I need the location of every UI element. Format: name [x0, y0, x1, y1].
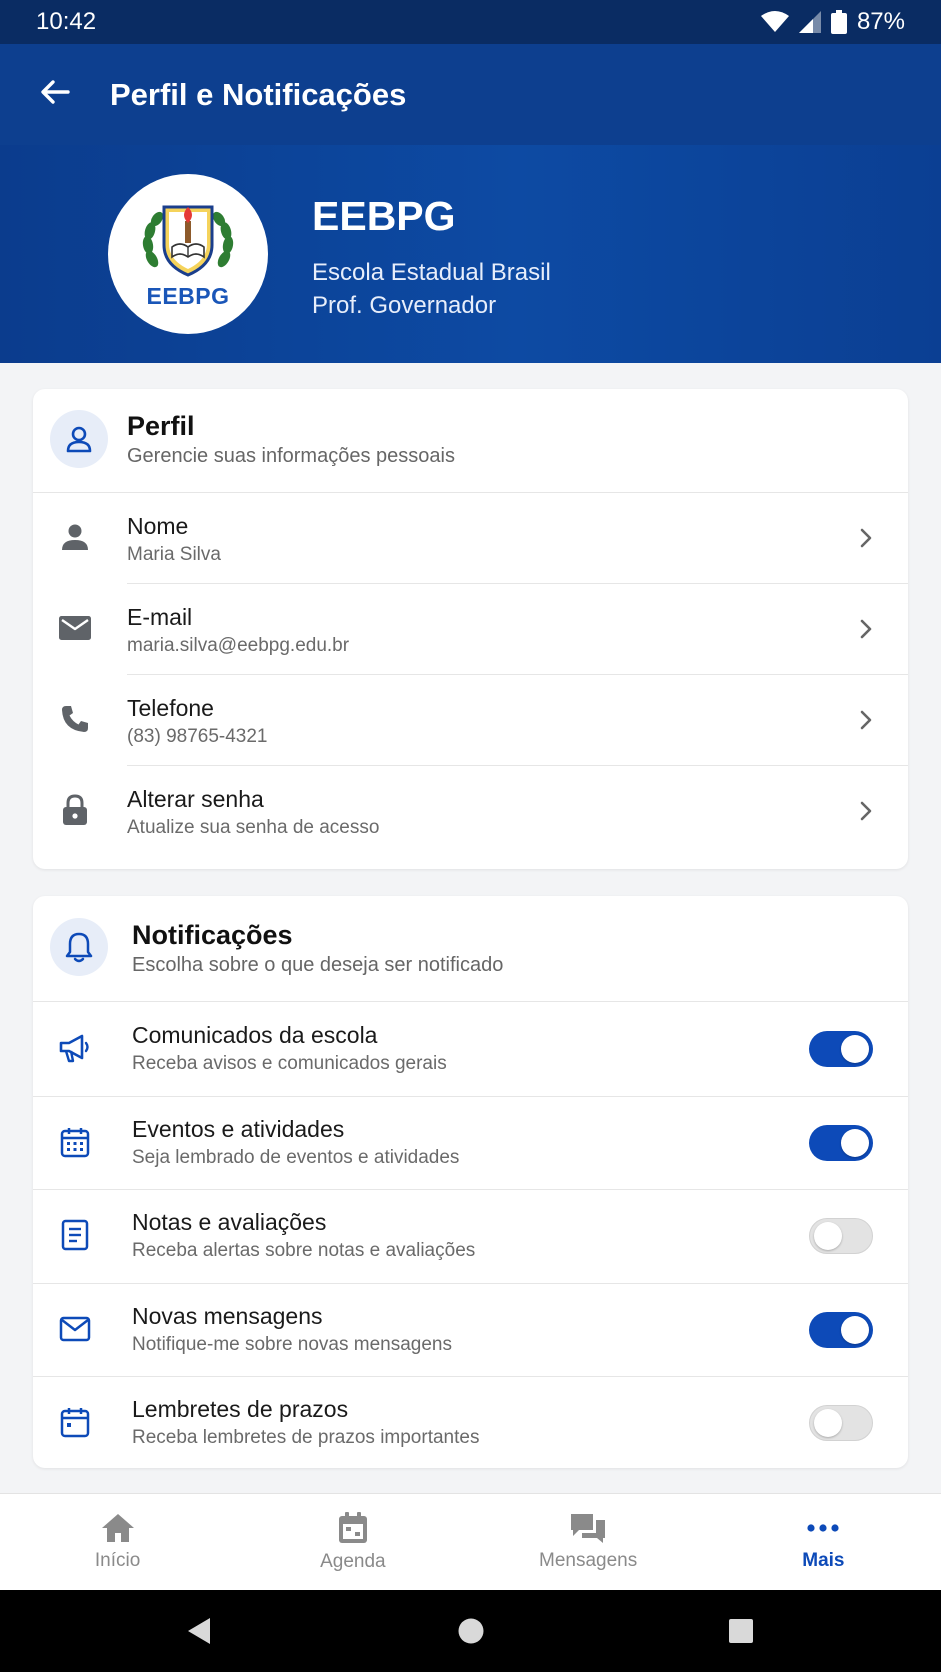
home-icon	[101, 1514, 134, 1542]
profile-row-password[interactable]: Alterar senha Atualize sua senha de aces…	[33, 766, 908, 857]
toggle-events[interactable]	[809, 1124, 873, 1161]
row-value: Atualize sua senha de acesso	[127, 817, 380, 838]
row-label: E-mail	[127, 604, 193, 630]
nav-item-agenda[interactable]: Agenda	[235, 1494, 470, 1590]
megaphone-icon	[57, 1030, 93, 1066]
notif-row-messages: Novas mensagens Notifique-me sobre novas…	[33, 1282, 908, 1377]
battery-percent: 87%	[856, 8, 905, 35]
profile-row-name[interactable]: Nome Maria Silva	[33, 493, 908, 584]
chevron-right-icon	[860, 528, 872, 548]
person-icon	[57, 519, 93, 555]
notif-desc: Receba alertas sobre notas e avaliações	[132, 1240, 476, 1261]
notif-label: Comunicados da escola	[132, 1022, 378, 1048]
profile-title: Perfil	[127, 411, 195, 441]
logo-text: EEBPG	[146, 282, 230, 309]
nav-label: Agenda	[320, 1551, 386, 1572]
phone-icon	[57, 701, 93, 737]
row-value: Maria Silva	[127, 544, 221, 565]
row-label: Telefone	[127, 695, 214, 721]
row-label: Nome	[127, 513, 189, 539]
notifications-title: Notificações	[132, 920, 293, 950]
mail-icon	[57, 610, 93, 646]
triangle-back-icon	[188, 1618, 210, 1644]
notif-desc: Notifique-me sobre novas mensagens	[132, 1333, 453, 1355]
app-bar: Perfil e Notificações	[0, 44, 941, 145]
notifications-card-header: Notificações Escolha sobre o que deseja …	[33, 896, 908, 1002]
back-button[interactable]	[0, 44, 110, 145]
page-title: Perfil e Notificações	[110, 76, 407, 112]
notif-row-events: Eventos e atividades Seja lembrado de ev…	[33, 1095, 908, 1190]
nav-label: Início	[94, 1550, 141, 1571]
notifications-subtitle: Escolha sobre o que deseja ser notificad…	[132, 954, 504, 976]
chat-icon	[571, 1514, 606, 1543]
wifi-icon	[760, 11, 789, 33]
battery-icon	[830, 10, 847, 34]
notif-desc: Receba avisos e comunicados gerais	[132, 1053, 447, 1074]
profile-card-header: Perfil Gerencie suas informações pessoai…	[33, 389, 908, 493]
notif-desc: Seja lembrado de eventos e atividades	[132, 1146, 460, 1168]
status-icons: 87%	[760, 8, 905, 36]
chevron-right-icon	[860, 619, 872, 639]
row-label: Alterar senha	[127, 786, 264, 812]
toggle-announcements[interactable]	[809, 1031, 873, 1067]
nav-item-inicio[interactable]: Início	[0, 1494, 235, 1590]
chevron-right-icon	[860, 801, 872, 821]
bottom-nav: Início Agenda Mensagens Mais	[0, 1493, 941, 1590]
school-name-line2: Prof. Governador	[312, 292, 497, 319]
system-nav-bar	[0, 1590, 941, 1672]
crest-icon	[142, 205, 234, 277]
signal-icon	[798, 11, 821, 33]
status-bar: 10:42 87%	[0, 0, 941, 44]
calendar-icon	[338, 1512, 367, 1543]
bell-icon	[50, 918, 108, 976]
more-icon	[807, 1524, 839, 1532]
school-header: EEBPG EEBPG Escola Estadual Brasil Prof.…	[0, 145, 941, 363]
chevron-right-icon	[860, 710, 872, 730]
square-recents-icon	[729, 1619, 753, 1643]
status-time: 10:42	[36, 8, 97, 35]
notif-label: Novas mensagens	[132, 1302, 323, 1329]
school-name-line1: Escola Estadual Brasil	[312, 259, 551, 286]
circle-home-icon	[458, 1618, 484, 1644]
envelope-icon	[57, 1311, 93, 1347]
notif-label: Eventos e atividades	[132, 1115, 345, 1142]
notif-row-deadlines: Lembretes de prazos Receba lembretes de …	[33, 1376, 908, 1468]
nav-label: Mensagens	[539, 1550, 638, 1571]
calendar-grid-icon	[57, 1124, 93, 1160]
system-back-button[interactable]	[186, 1616, 212, 1646]
calendar-icon	[57, 1404, 93, 1440]
lock-icon	[57, 792, 93, 828]
notifications-card: Notificações Escolha sobre o que deseja …	[33, 896, 908, 1468]
toggle-deadlines[interactable]	[809, 1405, 873, 1441]
notif-label: Notas e avaliações	[132, 1209, 327, 1235]
toggle-messages[interactable]	[809, 1311, 873, 1348]
system-recents-button[interactable]	[728, 1616, 754, 1646]
nav-item-mais[interactable]: Mais	[706, 1494, 941, 1590]
notif-label: Lembretes de prazos	[132, 1396, 349, 1422]
profile-subtitle: Gerencie suas informações pessoais	[127, 445, 455, 467]
document-icon	[57, 1217, 93, 1253]
arrow-left-icon	[40, 79, 70, 110]
row-value: (83) 98765-4321	[127, 726, 268, 747]
nav-label: Mais	[802, 1550, 845, 1571]
notif-desc: Receba lembretes de prazos importantes	[132, 1427, 480, 1448]
school-acronym: EEBPG	[312, 193, 456, 239]
row-value: maria.silva@eebpg.edu.br	[127, 635, 350, 656]
notif-row-grades: Notas e avaliações Receba alertas sobre …	[33, 1189, 908, 1283]
school-logo: EEBPG	[108, 174, 268, 334]
profile-row-phone[interactable]: Telefone (83) 98765-4321	[33, 675, 908, 766]
toggle-grades[interactable]	[809, 1218, 873, 1254]
profile-card: Perfil Gerencie suas informações pessoai…	[33, 389, 908, 869]
user-outline-icon	[50, 410, 108, 468]
nav-item-mensagens[interactable]: Mensagens	[471, 1494, 706, 1590]
notif-row-announcements: Comunicados da escola Receba avisos e co…	[33, 1002, 908, 1096]
profile-row-email[interactable]: E-mail maria.silva@eebpg.edu.br	[33, 584, 908, 675]
system-home-button[interactable]	[457, 1616, 485, 1646]
